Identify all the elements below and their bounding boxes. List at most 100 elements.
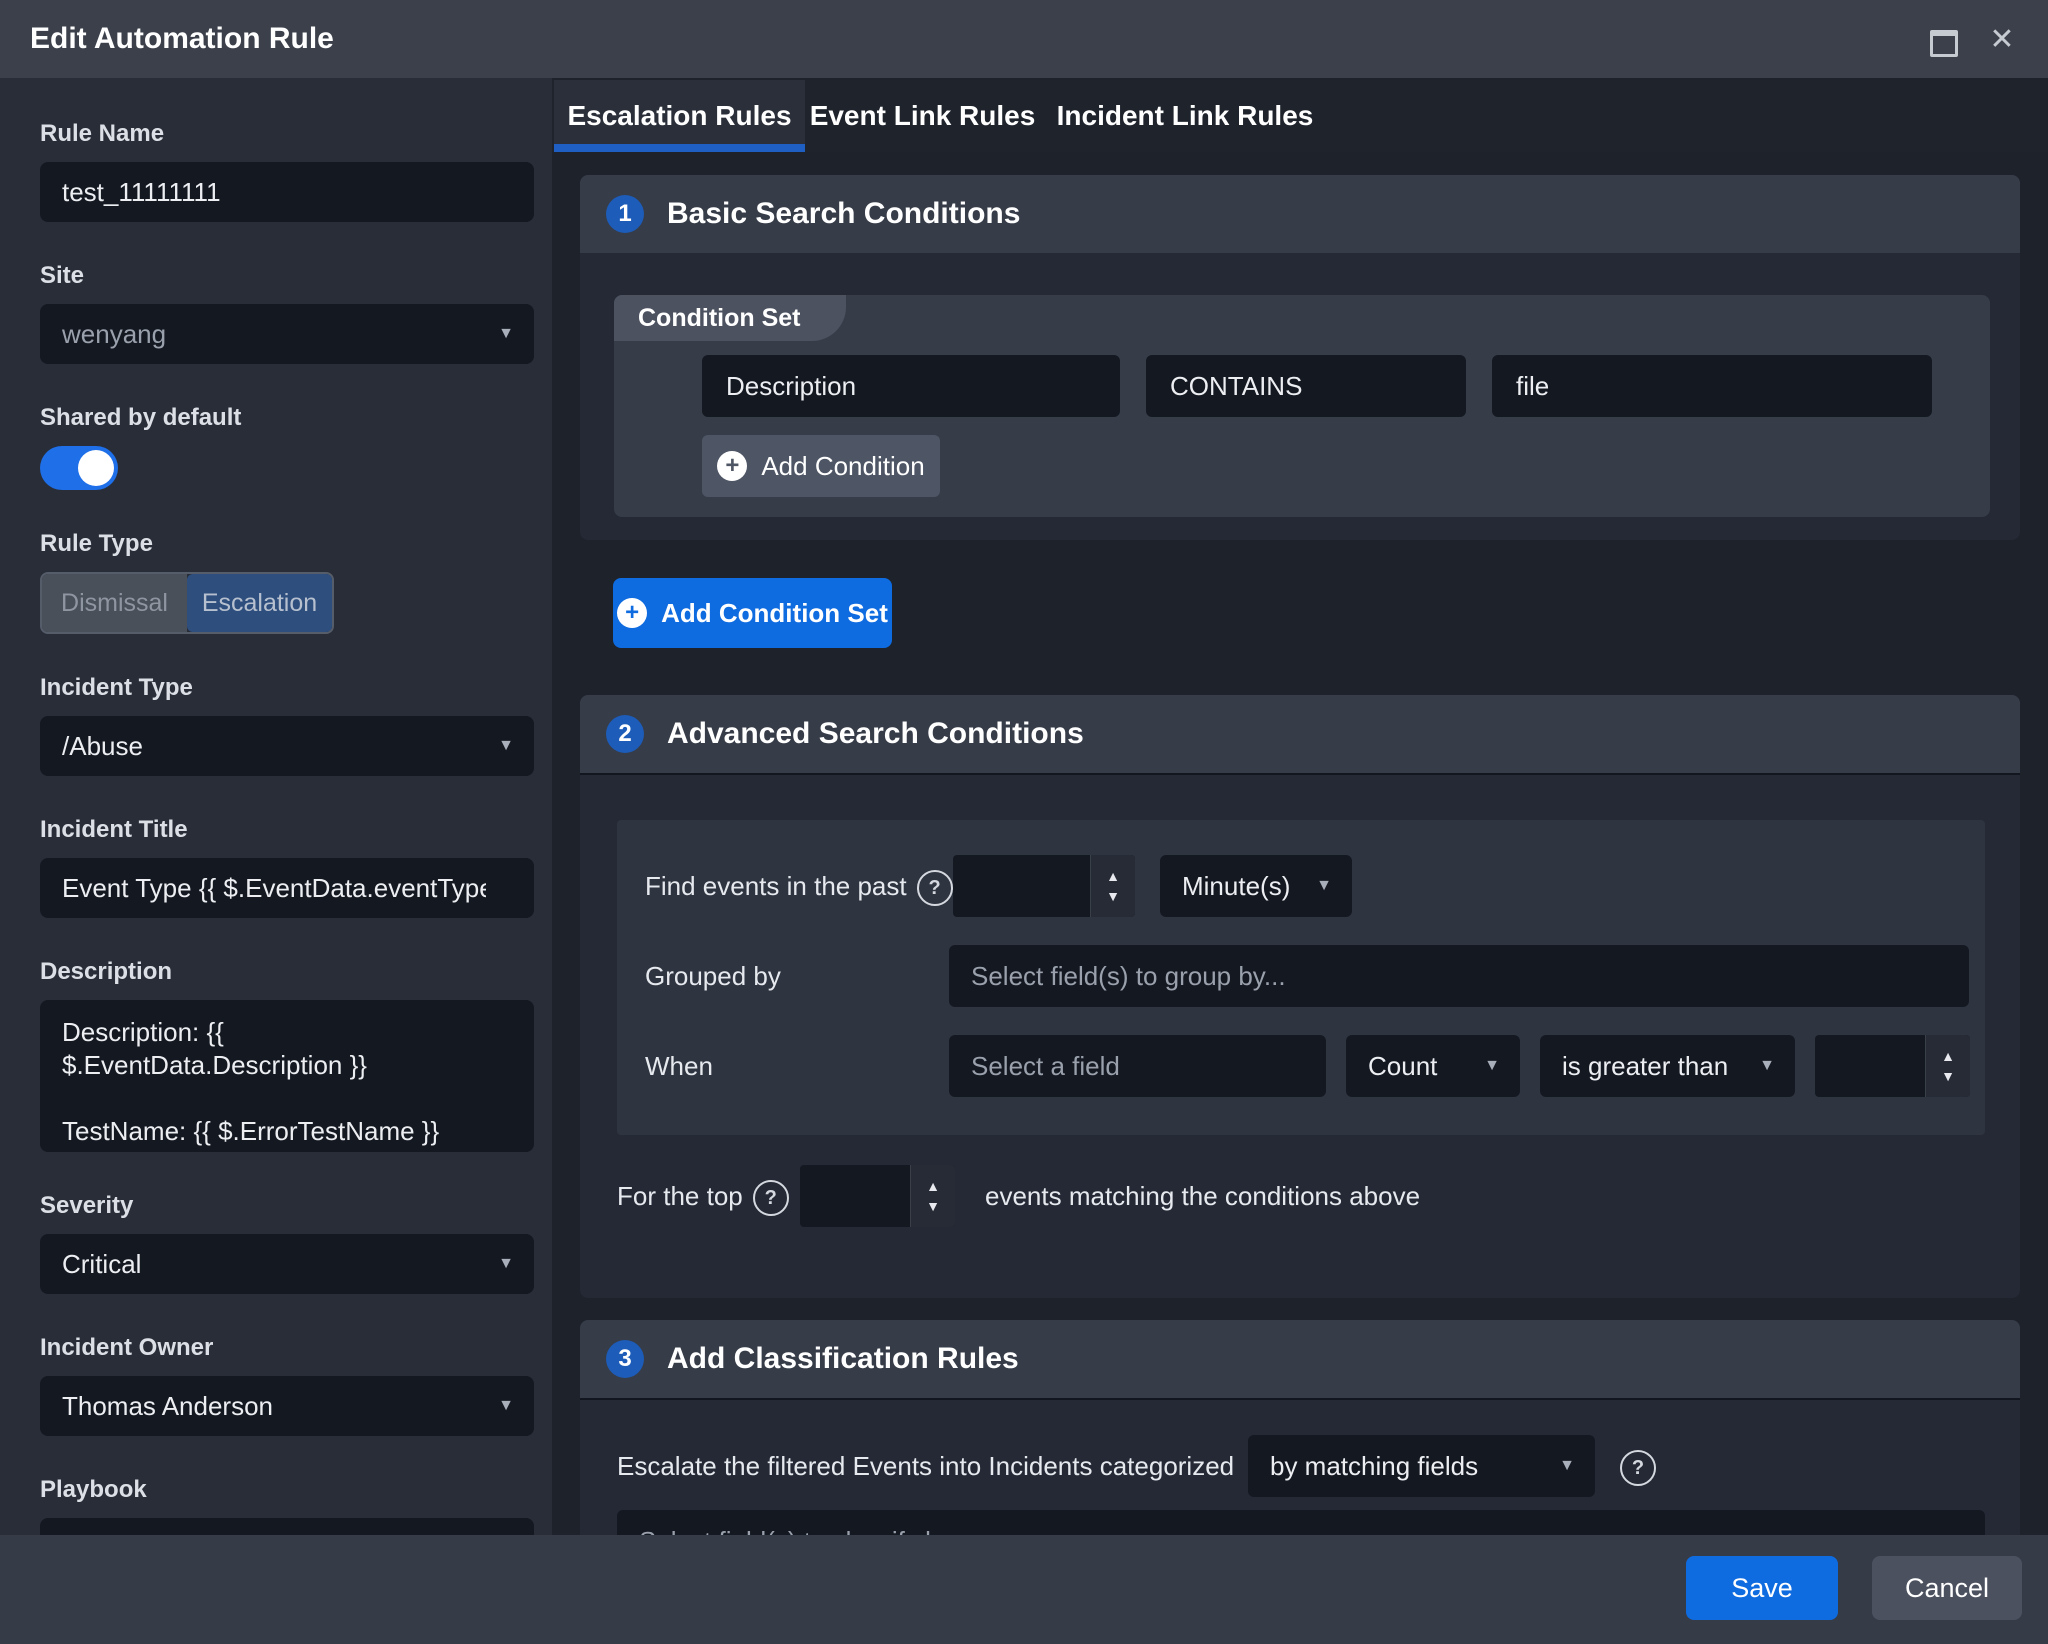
escalate-label: Escalate the filtered Events into Incide… [617, 1435, 1234, 1497]
for-the-top-label: For the top? [617, 1165, 789, 1227]
help-icon[interactable]: ? [1620, 1450, 1656, 1486]
find-events-stepper[interactable]: ▲ ▼ [953, 855, 1135, 917]
condition-set-chip-label: Condition Set [614, 295, 846, 341]
spinner-up-icon: ▲ [926, 1179, 940, 1193]
time-unit-select[interactable]: Minute(s) ▼ [1160, 855, 1352, 917]
advanced-criteria-panel: Find events in the past? ▲ ▼ Minute(s) ▼ [617, 820, 1985, 1135]
when-field-select[interactable]: Select a field [949, 1035, 1326, 1097]
rule-name-value: test_11111111 [62, 162, 486, 222]
step-1-badge: 1 [606, 195, 644, 233]
severity-value: Critical [62, 1234, 486, 1294]
spinner-down-icon: ▼ [926, 1199, 940, 1213]
toggle-knob [78, 450, 114, 486]
condition-set-chip: Condition Set [614, 295, 846, 341]
incident-owner-select[interactable]: Thomas Anderson ▼ [40, 1376, 534, 1436]
incident-title-input[interactable]: Event Type {{ $.EventData.eventType } [40, 858, 534, 918]
condition-operator-select[interactable]: CONTAINS [1146, 355, 1466, 417]
advanced-section-body: Find events in the past? ▲ ▼ Minute(s) ▼ [580, 775, 2020, 1298]
rule-type-segmented-control: Dismissal Escalation [40, 572, 334, 634]
classification-section-header: 3 Add Classification Rules [580, 1320, 2020, 1398]
rule-type-label: Rule Type [40, 530, 552, 558]
stepper-spin-buttons[interactable]: ▲ ▼ [1925, 1035, 1970, 1097]
top-count-value [800, 1165, 910, 1227]
comparison-operator-value: is greater than [1562, 1035, 1749, 1097]
caret-down-icon: ▼ [498, 1376, 514, 1436]
rule-type-option-escalation[interactable]: Escalation [187, 574, 332, 632]
grouped-by-placeholder: Select field(s) to group by... [971, 945, 1923, 1007]
dialog-title: Edit Automation Rule [30, 0, 334, 78]
incident-owner-value: Thomas Anderson [62, 1376, 486, 1436]
caret-down-icon: ▼ [1316, 855, 1332, 917]
plus-circle-icon: + [617, 598, 647, 628]
description-textarea[interactable]: Description: {{ $.EventData.Description … [40, 1000, 534, 1152]
grouped-by-input[interactable]: Select field(s) to group by... [949, 945, 1969, 1007]
condition-field-select[interactable]: Description [702, 355, 1120, 417]
severity-select[interactable]: Critical ▼ [40, 1234, 534, 1294]
help-icon[interactable]: ? [917, 870, 953, 906]
severity-label: Severity [40, 1192, 552, 1220]
grouped-by-row: Grouped by Select field(s) to group by..… [617, 945, 1985, 1007]
when-field-placeholder: Select a field [971, 1035, 1280, 1097]
help-icon[interactable]: ? [753, 1180, 789, 1216]
site-select[interactable]: wenyang ▼ [40, 304, 534, 364]
maximize-icon[interactable] [1930, 30, 1958, 57]
categorize-mode-value: by matching fields [1270, 1435, 1549, 1497]
site-label: Site [40, 262, 552, 290]
categorize-mode-select[interactable]: by matching fields ▼ [1248, 1435, 1595, 1497]
spinner-down-icon: ▼ [1941, 1069, 1955, 1083]
classify-fields-placeholder: Select field(s) to classify by... [639, 1510, 1939, 1535]
caret-down-icon: ▼ [498, 716, 514, 776]
add-condition-set-label: Add Condition Set [661, 598, 888, 629]
caret-down-icon: ▼ [1759, 1035, 1775, 1097]
time-unit-value: Minute(s) [1182, 855, 1306, 917]
caret-down-icon: ▼ [498, 1234, 514, 1294]
threshold-stepper[interactable]: ▲ ▼ [1815, 1035, 1970, 1097]
comparison-operator-select[interactable]: is greater than ▼ [1540, 1035, 1795, 1097]
basic-section-title: Basic Search Conditions [667, 175, 1020, 253]
classification-section-body: Escalate the filtered Events into Incide… [580, 1400, 2020, 1535]
incident-type-select[interactable]: /Abuse ▼ [40, 716, 534, 776]
classify-fields-input[interactable]: Select field(s) to classify by... [617, 1510, 1985, 1535]
stepper-spin-buttons[interactable]: ▲ ▼ [910, 1165, 955, 1227]
stepper-spin-buttons[interactable]: ▲ ▼ [1090, 855, 1135, 917]
rule-type-option-dismissal[interactable]: Dismissal [42, 574, 187, 632]
basic-section-body: Condition Set Description CONTAINS file … [580, 253, 2020, 540]
tab-event-link-rules[interactable]: Event Link Rules [805, 80, 1040, 152]
add-condition-button[interactable]: + Add Condition [702, 435, 940, 497]
caret-down-icon: ▼ [498, 304, 514, 364]
cancel-button[interactable]: Cancel [1872, 1556, 2022, 1620]
find-events-value [953, 855, 1090, 917]
condition-value-text: file [1492, 355, 1932, 417]
aggregation-select[interactable]: Count ▼ [1346, 1035, 1520, 1097]
incident-title-value: Event Type {{ $.EventData.eventType } [62, 858, 486, 918]
tab-incident-link-rules[interactable]: Incident Link Rules [1040, 80, 1330, 152]
spinner-down-icon: ▼ [1106, 889, 1120, 903]
condition-set-box: Condition Set Description CONTAINS file … [614, 295, 1990, 517]
advanced-section-header: 2 Advanced Search Conditions [580, 695, 2020, 773]
add-condition-set-button[interactable]: + Add Condition Set [613, 578, 892, 648]
tab-escalation-rules[interactable]: Escalation Rules [554, 80, 805, 152]
site-value: wenyang [62, 304, 486, 364]
save-button[interactable]: Save [1686, 1556, 1838, 1620]
incident-owner-label: Incident Owner [40, 1334, 552, 1362]
condition-value-input[interactable]: file [1492, 355, 1932, 417]
plus-circle-icon: + [717, 451, 747, 481]
incident-type-label: Incident Type [40, 674, 552, 702]
find-events-label: Find events in the past? [645, 855, 953, 917]
categorize-help: ? [1620, 1435, 1656, 1497]
close-icon[interactable]: ✕ [1984, 22, 2020, 58]
rule-settings-sidebar: Rule Name test_11111111 Site wenyang ▼ S… [0, 78, 552, 1535]
top-count-stepper[interactable]: ▲ ▼ [800, 1165, 955, 1227]
condition-field-value: Description [702, 355, 1120, 417]
advanced-search-conditions-section: 2 Advanced Search Conditions Find events… [580, 695, 2020, 1298]
shared-by-default-toggle[interactable] [40, 446, 118, 490]
add-condition-label: Add Condition [761, 451, 924, 482]
rule-name-label: Rule Name [40, 120, 552, 148]
classification-section-title: Add Classification Rules [667, 1320, 1019, 1398]
playbook-select[interactable]: A001 ▼ [40, 1518, 534, 1535]
threshold-value [1815, 1035, 1925, 1097]
rule-name-input[interactable]: test_11111111 [40, 162, 534, 222]
playbook-label: Playbook [40, 1476, 552, 1504]
spinner-up-icon: ▲ [1106, 869, 1120, 883]
incident-type-value: /Abuse [62, 716, 486, 776]
